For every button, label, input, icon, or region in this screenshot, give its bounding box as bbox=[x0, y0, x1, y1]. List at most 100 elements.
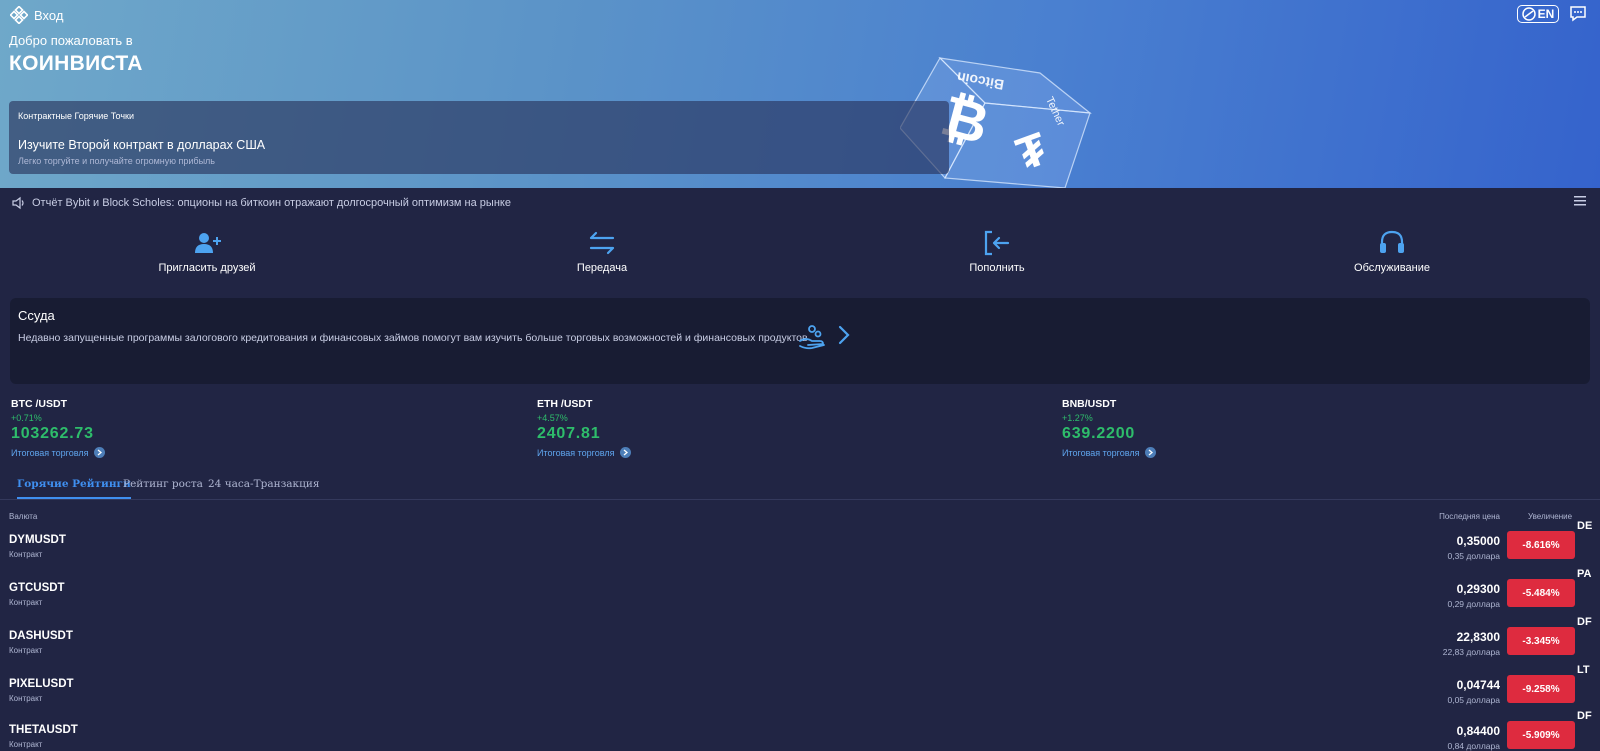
ticker-pair: BNB/USDT bbox=[1062, 398, 1117, 410]
ticker-change: +1.27% bbox=[1062, 413, 1093, 423]
row-change-badge[interactable]: -3.345% bbox=[1507, 627, 1575, 655]
news-text: Отчёт Bybit и Block Scholes: опционы на … bbox=[32, 197, 511, 209]
globe-icon bbox=[1521, 7, 1536, 21]
row-usd-price: 0,35 доллара bbox=[1447, 551, 1500, 561]
row-type: Контракт bbox=[9, 598, 43, 607]
row-usd-price: 22,83 доллара bbox=[1442, 647, 1500, 657]
row-price: 0,29300 bbox=[1456, 582, 1500, 596]
headset-icon bbox=[1380, 230, 1404, 253]
row-type: Контракт bbox=[9, 646, 43, 655]
ticker-summary-link[interactable]: Итоговая торговля bbox=[11, 447, 311, 458]
ticker-pair: ETH /USDT bbox=[537, 398, 593, 410]
row-type: Контракт bbox=[9, 740, 43, 749]
ticker-summary-link[interactable]: Итоговая торговля bbox=[1062, 447, 1362, 458]
loan-description: Недавно запущенные программы залогового … bbox=[18, 332, 808, 344]
service-button[interactable]: Обслуживание bbox=[1312, 228, 1472, 274]
chat-icon[interactable] bbox=[1569, 5, 1587, 28]
row-price: 0,04744 bbox=[1456, 678, 1500, 692]
table-row[interactable]: THETAUSDT Контракт 0,84400 0,84 доллара … bbox=[0, 710, 1600, 751]
loan-banner[interactable]: Ссуда Недавно запущенные программы залог… bbox=[10, 298, 1590, 384]
table-row[interactable]: DASHUSDT Контракт 22,8300 22,83 доллара … bbox=[0, 616, 1600, 677]
row-usd-price: 0,29 доллара bbox=[1447, 599, 1500, 609]
welcome-text: Добро пожаловать в bbox=[9, 33, 133, 48]
row-usd-price: 0,05 доллара bbox=[1447, 695, 1500, 705]
tab-growth-rating[interactable]: Рейтинг роста bbox=[123, 478, 203, 497]
tab-hot-ratings[interactable]: Горячие Рейтинги bbox=[17, 478, 131, 499]
row-change-badge[interactable]: -5.484% bbox=[1507, 579, 1575, 607]
login-button[interactable]: Вход bbox=[10, 6, 63, 24]
row-type: Контракт bbox=[9, 550, 43, 559]
ticker-price: 103262.73 bbox=[11, 425, 94, 442]
ticker-change: +0.71% bbox=[11, 413, 42, 423]
login-label[interactable]: Вход bbox=[34, 8, 63, 23]
row-price: 0,35000 bbox=[1456, 534, 1500, 548]
row-symbol: PIXELUSDT bbox=[9, 678, 74, 690]
ticker-price: 2407.81 bbox=[537, 425, 601, 442]
ticker-btc[interactable]: BTC /USDT +0.71% 103262.73 Итоговая торг… bbox=[11, 398, 311, 458]
table-row[interactable]: DYMUSDT Контракт 0,35000 0,35 доллара -8… bbox=[0, 520, 1600, 581]
action-label-transfer: Передача bbox=[576, 262, 628, 274]
hotspot-title: Изучите Второй контракт в долларах США bbox=[18, 138, 266, 152]
invite-friends-button[interactable]: Пригласить друзей bbox=[127, 228, 287, 274]
transfer-arrows-icon bbox=[589, 231, 615, 255]
row-overflow-text: DF bbox=[1577, 710, 1592, 722]
row-overflow-text: DE bbox=[1577, 520, 1593, 532]
ticker-summary-link[interactable]: Итоговая торговля bbox=[537, 447, 837, 458]
action-label-deposit: Пополнить bbox=[969, 262, 1025, 274]
row-symbol: THETAUSDT bbox=[9, 724, 78, 736]
row-change-badge[interactable]: -9.258% bbox=[1507, 675, 1575, 703]
ticker-bnb[interactable]: BNB/USDT +1.27% 639.2200 Итоговая торгов… bbox=[1062, 398, 1362, 458]
chevron-right-icon[interactable] bbox=[838, 325, 850, 345]
ticker-price: 639.2200 bbox=[1062, 425, 1136, 442]
row-change-badge[interactable]: -8.616% bbox=[1507, 531, 1575, 559]
row-symbol: DASHUSDT bbox=[9, 630, 73, 642]
summary-label: Итоговая торговля bbox=[1062, 447, 1140, 458]
ranking-tabs: Горячие Рейтинги Рейтинг роста 24 часа-Т… bbox=[0, 474, 1600, 500]
action-label-service: Обслуживание bbox=[1354, 262, 1430, 274]
transfer-button[interactable]: Передача bbox=[522, 228, 682, 274]
brand-name: КОИНВИСТА bbox=[9, 52, 143, 75]
chevron-circle-icon bbox=[94, 447, 106, 458]
row-overflow-text: DF bbox=[1577, 616, 1592, 628]
chevron-circle-icon bbox=[1145, 447, 1157, 458]
chevron-circle-icon bbox=[620, 447, 632, 458]
table-row[interactable]: PIXELUSDT Контракт 0,04744 0,05 доллара … bbox=[0, 664, 1600, 725]
news-ticker[interactable]: Отчёт Bybit и Block Scholes: опционы на … bbox=[0, 188, 1600, 218]
row-symbol: GTCUSDT bbox=[9, 582, 65, 594]
ticker-eth[interactable]: ETH /USDT +4.57% 2407.81 Итоговая торгов… bbox=[537, 398, 837, 458]
speaker-icon bbox=[12, 196, 24, 210]
ticker-change: +4.57% bbox=[537, 413, 568, 423]
ticker-pair: BTC /USDT bbox=[11, 398, 67, 410]
row-price: 0,84400 bbox=[1456, 724, 1500, 738]
invite-user-icon bbox=[195, 233, 221, 253]
table-row[interactable]: GTCUSDT Контракт 0,29300 0,29 доллара -5… bbox=[0, 568, 1600, 629]
column-header-last-price: Последняя цена bbox=[1439, 512, 1500, 521]
menu-list-icon[interactable] bbox=[1574, 196, 1586, 209]
row-overflow-text: PA bbox=[1577, 568, 1592, 580]
hotspot-subtitle: Легко торгуйте и получайте огромную приб… bbox=[18, 156, 215, 166]
row-symbol: DYMUSDT bbox=[9, 534, 66, 546]
action-label-invite: Пригласить друзей bbox=[158, 262, 256, 274]
hand-coins-icon bbox=[799, 325, 825, 350]
contract-hotspot-card[interactable]: Контрактные Горячие Точки Изучите Второй… bbox=[9, 101, 949, 174]
quick-actions: Пригласить друзей Передача Пополнить Обс… bbox=[0, 228, 1600, 288]
column-header-currency: Валюта bbox=[9, 512, 38, 521]
language-button[interactable]: EN bbox=[1517, 5, 1559, 23]
tab-24h-transactions[interactable]: 24 часа-Транзакция bbox=[208, 478, 320, 497]
language-label: EN bbox=[1537, 7, 1555, 21]
summary-label: Итоговая торговля bbox=[11, 447, 89, 458]
deposit-icon bbox=[984, 230, 1010, 256]
hotspot-label: Контрактные Горячие Точки bbox=[18, 111, 134, 121]
row-price: 22,8300 bbox=[1456, 630, 1500, 644]
summary-label: Итоговая торговля bbox=[537, 447, 615, 458]
row-type: Контракт bbox=[9, 694, 43, 703]
market-tickers: BTC /USDT +0.71% 103262.73 Итоговая торг… bbox=[0, 398, 1600, 466]
row-overflow-text: LT bbox=[1577, 664, 1590, 676]
deposit-button[interactable]: Пополнить bbox=[917, 228, 1077, 274]
hero-banner: Вход Добро пожаловать в КОИНВИСТА EN Bit… bbox=[0, 0, 1600, 188]
loan-title: Ссуда bbox=[18, 308, 55, 323]
column-header-increase: Увеличение bbox=[1528, 512, 1573, 521]
logo-icon bbox=[10, 6, 28, 24]
row-change-badge[interactable]: -5.909% bbox=[1507, 721, 1575, 749]
row-usd-price: 0,84 доллара bbox=[1447, 741, 1500, 751]
